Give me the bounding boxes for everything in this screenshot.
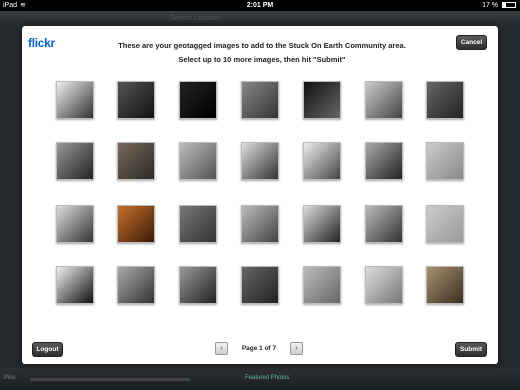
- submit-button[interactable]: Submit: [455, 342, 487, 357]
- background-slider: [30, 378, 190, 381]
- featured-photos-label: Featured Photos: [245, 375, 290, 381]
- photo-thumbnail[interactable]: [426, 266, 464, 304]
- photo-thumbnail[interactable]: [241, 81, 279, 119]
- photo-thumbnail[interactable]: [303, 142, 341, 180]
- status-bar: iPad ≋ 2:01 PM 17 %: [0, 0, 520, 11]
- photo-thumbnail[interactable]: [303, 81, 341, 119]
- background-toolbar: Search Location: [0, 11, 520, 27]
- logout-button[interactable]: Logout: [32, 342, 63, 357]
- photo-grid: [22, 26, 498, 364]
- next-page-button[interactable]: ›: [290, 342, 303, 355]
- background-search: Search Location: [170, 15, 221, 22]
- photo-thumbnail[interactable]: [56, 266, 94, 304]
- photo-thumbnail[interactable]: [56, 205, 94, 243]
- previous-page-button[interactable]: ‹: [215, 342, 228, 355]
- photo-thumbnail[interactable]: [179, 81, 217, 119]
- photo-thumbnail[interactable]: [241, 205, 279, 243]
- photo-thumbnail[interactable]: [241, 142, 279, 180]
- battery-percent: 17 %: [482, 2, 499, 9]
- photo-thumbnail[interactable]: [56, 81, 94, 119]
- photo-thumbnail[interactable]: [117, 266, 155, 304]
- photo-thumbnail[interactable]: [117, 205, 155, 243]
- photo-thumbnail[interactable]: [56, 142, 94, 180]
- battery-icon: [502, 2, 516, 8]
- photo-thumbnail[interactable]: [241, 266, 279, 304]
- photo-thumbnail[interactable]: [117, 81, 155, 119]
- photo-thumbnail[interactable]: [117, 142, 155, 180]
- photo-thumbnail[interactable]: [365, 266, 403, 304]
- photo-thumbnail[interactable]: [365, 205, 403, 243]
- photo-thumbnail[interactable]: [426, 205, 464, 243]
- photo-thumbnail[interactable]: [426, 81, 464, 119]
- status-time: 2:01 PM: [246, 2, 274, 9]
- photo-thumbnail[interactable]: [365, 81, 403, 119]
- photo-thumbnail[interactable]: [303, 205, 341, 243]
- page-indicator: Page 1 of 7: [241, 345, 277, 352]
- photo-thumbnail[interactable]: [365, 142, 403, 180]
- photo-thumbnail[interactable]: [179, 266, 217, 304]
- photo-thumbnail[interactable]: [426, 142, 464, 180]
- upload-dialog: flickr These are your geotagged images t…: [22, 26, 498, 364]
- pins-label: Pins: [4, 375, 16, 381]
- pagination: ‹ Page 1 of 7 ›: [215, 341, 305, 357]
- photo-thumbnail[interactable]: [179, 205, 217, 243]
- photo-thumbnail[interactable]: [303, 266, 341, 304]
- photo-thumbnail[interactable]: [179, 142, 217, 180]
- battery-status: 17 %: [482, 0, 516, 11]
- background-bottom-bar: Pins Featured Photos: [0, 368, 520, 390]
